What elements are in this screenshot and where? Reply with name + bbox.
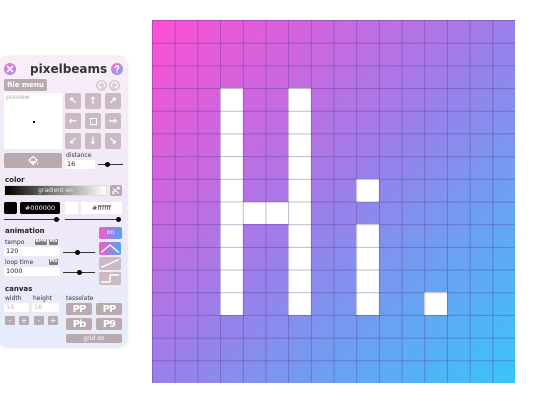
color1-slider-thumb[interactable]	[54, 217, 59, 222]
color2-swatch[interactable]	[65, 202, 78, 214]
animation-toggle-label: on	[106, 229, 115, 236]
gradient-toggle-label: gradient on	[38, 187, 73, 194]
grid-toggle-button[interactable]: grid on	[66, 334, 122, 343]
animation-toggle-button[interactable]: on	[99, 227, 122, 239]
color2-hex-input[interactable]: #ffffff	[81, 202, 122, 214]
arrow-down-left-icon[interactable]: ↙	[65, 133, 81, 149]
tesselate-option-3[interactable]: Pb	[66, 318, 92, 330]
preview-label: preview	[6, 94, 30, 101]
preview-dot	[33, 121, 35, 123]
center-square-icon[interactable]	[85, 113, 101, 129]
tesselate-label: tesselate	[66, 295, 94, 302]
arrow-up-left-icon[interactable]: ↖	[65, 93, 81, 109]
redo-icon[interactable]	[109, 80, 120, 91]
control-panel: pixelbeams file menu preview ↖ ↑ ↗ ← → ↙…	[0, 57, 127, 347]
height-decrease-button[interactable]: -	[34, 316, 44, 325]
color2-hex-text: #ffffff	[92, 204, 111, 212]
close-icon[interactable]	[4, 63, 16, 75]
ramp-wave-button[interactable]	[99, 257, 121, 270]
grid-toggle-label: grid on	[83, 335, 105, 342]
ms-tag[interactable]: MS	[49, 239, 58, 245]
undo-icon[interactable]	[96, 80, 107, 91]
color2-slider-thumb[interactable]	[116, 217, 121, 222]
step-wave-icon	[101, 274, 119, 283]
bpm-tag[interactable]: BPM	[35, 239, 47, 245]
color1-swatch[interactable]	[4, 202, 17, 214]
file-menu-button[interactable]: file menu	[4, 79, 47, 91]
arrow-left-icon[interactable]: ←	[65, 113, 81, 129]
width-decrease-button[interactable]: -	[5, 316, 15, 325]
distance-slider-track[interactable]	[98, 164, 123, 165]
arrow-right-icon[interactable]: →	[105, 113, 121, 129]
animation-section-label: animation	[5, 227, 45, 235]
arrow-down-right-icon[interactable]: ↘	[105, 133, 121, 149]
triangle-wave-icon	[100, 244, 120, 254]
tempo-input[interactable]: 120	[4, 247, 60, 256]
loop-time-input[interactable]: 1000	[4, 267, 60, 276]
tesselate-option-4[interactable]: P9	[96, 318, 122, 330]
tempo-slider-thumb[interactable]	[75, 250, 80, 255]
color1-hex-input[interactable]: #000000	[20, 202, 60, 214]
distance-label: distance	[66, 152, 92, 159]
arrow-up-right-icon[interactable]: ↗	[105, 93, 121, 109]
loop-slider-thumb[interactable]	[77, 270, 82, 275]
preview-box: preview	[4, 93, 62, 149]
distance-input[interactable]: 16	[65, 160, 95, 169]
loop-time-label: loop time	[5, 259, 34, 266]
direction-pad: ↖ ↑ ↗ ← → ↙ ↓ ↘	[65, 93, 121, 149]
pixel-canvas[interactable]	[152, 20, 515, 383]
height-increase-button[interactable]: +	[48, 316, 58, 325]
height-input[interactable]: 16	[32, 303, 59, 312]
width-input[interactable]: 16	[4, 303, 29, 312]
triangle-wave-button[interactable]	[99, 242, 121, 255]
color1-slider-track[interactable]	[4, 219, 60, 220]
canvas-grid	[152, 20, 515, 383]
loop-ms-tag[interactable]: MS	[49, 259, 58, 265]
arrow-up-icon[interactable]: ↑	[85, 93, 101, 109]
tempo-label: tempo	[5, 239, 25, 246]
width-label: width	[5, 295, 22, 302]
tesselate-option-2[interactable]: PP	[96, 303, 122, 315]
height-label: height	[33, 295, 53, 302]
app-title: pixelbeams	[30, 62, 108, 76]
arrow-down-icon[interactable]: ↓	[85, 133, 101, 149]
color1-hex-text: #000000	[24, 204, 56, 212]
color2-slider-track[interactable]	[65, 219, 121, 220]
fill-bucket-icon	[28, 155, 38, 165]
color-section-label: color	[5, 176, 25, 184]
fill-bucket-button[interactable]	[4, 153, 62, 168]
help-icon[interactable]	[111, 63, 123, 75]
step-wave-button[interactable]	[99, 272, 121, 285]
width-increase-button[interactable]: +	[19, 316, 29, 325]
canvas-section-label: canvas	[5, 285, 33, 293]
distance-slider-thumb[interactable]	[105, 162, 110, 167]
tesselate-option-1[interactable]: PP	[66, 303, 92, 315]
ramp-wave-icon	[100, 258, 120, 269]
swap-colors-icon[interactable]	[110, 185, 122, 196]
gradient-toggle-button[interactable]: gradient on	[4, 185, 107, 196]
